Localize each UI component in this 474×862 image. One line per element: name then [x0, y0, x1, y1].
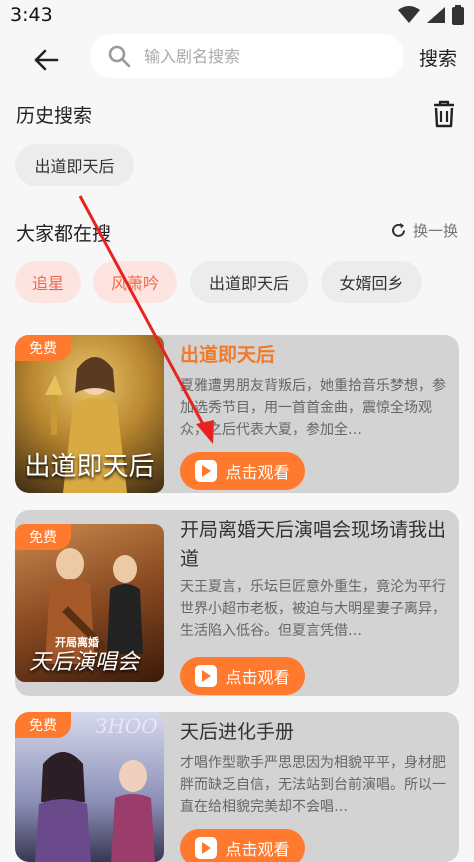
refresh-button[interactable]: 换一换: [390, 220, 458, 241]
play-icon: [195, 460, 218, 482]
result-card[interactable]: 开局离婚 天后演唱会 免费 开局离婚天后演唱会现场请我出道 天王夏言，乐坛巨匠意…: [15, 510, 459, 696]
search-icon: [106, 43, 132, 69]
popular-tag[interactable]: 风萧吟: [93, 261, 177, 303]
free-badge: 免费: [15, 524, 71, 550]
free-badge: 免费: [15, 335, 71, 361]
watch-button[interactable]: 点击观看: [180, 452, 305, 490]
trash-icon[interactable]: [431, 100, 457, 128]
result-title[interactable]: 天后进化手册: [180, 718, 450, 747]
signal-icon: [427, 7, 445, 23]
search-button[interactable]: 搜索: [419, 44, 457, 71]
result-description: 天王夏言，乐坛巨匠意外重生，竟沦为平行世界小超市老板，被迫与大明星妻子离异，生活…: [180, 579, 446, 639]
poster-image[interactable]: ЗНОО 免费: [15, 712, 164, 862]
refresh-icon: [392, 223, 405, 237]
wifi-icon: [398, 6, 420, 23]
result-title[interactable]: 出道即天后: [180, 341, 450, 370]
result-description: 夏雅遭男朋友背叛后，她重拾音乐梦想，参加选秀节目，用一首首金曲，震惊全场观众，之…: [180, 378, 446, 438]
battery-icon: [452, 5, 464, 25]
poster-title-text: 天后演唱会: [29, 650, 140, 675]
popular-title: 大家都在搜: [16, 223, 112, 245]
result-card[interactable]: ЗНОО 免费 天后进化手册 才唱作型歌手严思思因为相貌平平，身材肥胖而缺乏自信…: [15, 712, 459, 862]
result-title[interactable]: 开局离婚天后演唱会现场请我出道: [180, 516, 450, 574]
popular-tag[interactable]: 追星: [15, 261, 81, 303]
result-card[interactable]: 出道即天后 免费 出道即天后 夏雅遭男朋友背叛后，她重拾音乐梦想，参加选秀节目，…: [15, 335, 459, 493]
play-icon: [195, 665, 218, 687]
history-chip[interactable]: 出道即天后: [15, 144, 134, 186]
poster-image[interactable]: 开局离婚 天后演唱会 免费: [15, 524, 164, 682]
status-time: 3:43: [10, 4, 53, 26]
status-bar: 3:43: [0, 0, 474, 34]
watch-button-label: 点击观看: [225, 463, 290, 482]
refresh-label: 换一换: [413, 222, 459, 240]
watch-button-label: 点击观看: [225, 840, 290, 859]
watch-button[interactable]: 点击观看: [180, 657, 305, 695]
poster-image[interactable]: 出道即天后 免费: [15, 335, 164, 493]
search-header: 搜索: [0, 34, 474, 82]
poster-watermark-text: ЗНОО: [95, 714, 158, 738]
search-input[interactable]: [142, 45, 386, 67]
free-badge: 免费: [15, 712, 71, 738]
watch-button[interactable]: 点击观看: [180, 829, 305, 862]
popular-tag[interactable]: 出道即天后: [190, 261, 308, 303]
result-description: 才唱作型歌手严思思因为相貌平平，身材肥胖而缺乏自信，无法站到台前演唱。所以一直在…: [180, 755, 446, 815]
poster-title-text: 出道即天后: [24, 452, 155, 482]
popular-tag[interactable]: 女婿回乡: [321, 261, 422, 303]
back-button[interactable]: [26, 40, 66, 80]
play-icon: [195, 837, 218, 859]
search-box[interactable]: [90, 34, 404, 78]
back-arrow-icon: [34, 49, 59, 71]
watch-button-label: 点击观看: [225, 668, 290, 687]
history-title: 历史搜索: [16, 105, 93, 127]
status-icons: [398, 5, 464, 25]
